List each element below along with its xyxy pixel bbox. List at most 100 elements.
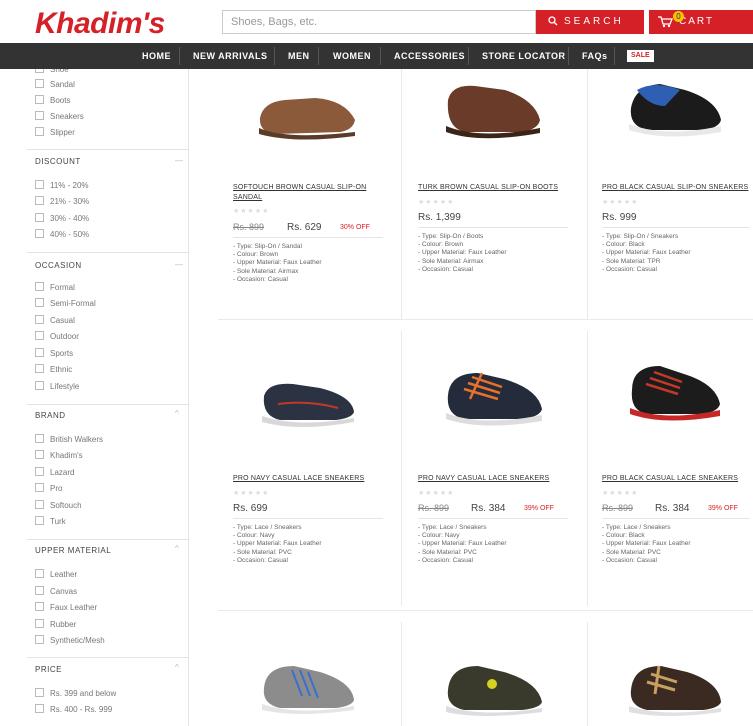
filter-checkbox[interactable] xyxy=(35,331,44,340)
filter-option[interactable]: Leather xyxy=(35,569,77,581)
filter-checkbox[interactable] xyxy=(35,69,44,73)
filter-checkbox[interactable] xyxy=(35,569,44,578)
filter-checkbox[interactable] xyxy=(35,704,44,713)
product-name[interactable]: PRO BLACK CASUAL LACE SNEAKERS xyxy=(602,474,753,484)
product-image[interactable] xyxy=(440,78,545,143)
filter-option[interactable]: British Walkers xyxy=(35,434,103,446)
filter-option[interactable]: Casual xyxy=(35,315,75,327)
filter-option[interactable]: Sandal xyxy=(35,79,75,91)
filter-checkbox[interactable] xyxy=(35,619,44,628)
nav-divider xyxy=(568,47,569,65)
filter-checkbox[interactable] xyxy=(35,364,44,373)
filter-title-price[interactable]: PRICE xyxy=(35,665,62,674)
collapse-icon[interactable]: ^ xyxy=(175,663,179,672)
filter-option[interactable]: Outdoor xyxy=(35,331,79,343)
filter-checkbox[interactable] xyxy=(35,180,44,189)
filter-option[interactable]: Canvas xyxy=(35,586,77,598)
filter-checkbox[interactable] xyxy=(35,602,44,611)
filter-option[interactable]: Turk xyxy=(35,516,66,528)
filter-option[interactable]: Synthetic/Mesh xyxy=(35,635,105,647)
filter-checkbox[interactable] xyxy=(35,381,44,390)
filter-checkbox[interactable] xyxy=(35,111,44,120)
product-name[interactable]: SOFTOUCH BROWN CASUAL SLIP-ON SANDAL xyxy=(233,183,393,203)
filter-checkbox[interactable] xyxy=(35,213,44,222)
filter-checkbox[interactable] xyxy=(35,196,44,205)
filter-option[interactable]: Boots xyxy=(35,95,70,107)
filter-checkbox[interactable] xyxy=(35,79,44,88)
product-image[interactable] xyxy=(442,660,547,718)
filter-option[interactable]: Rubber xyxy=(35,619,76,631)
filter-checkbox[interactable] xyxy=(35,688,44,697)
filter-option[interactable]: 40% - 50% xyxy=(35,229,89,241)
filter-option[interactable]: Lifestyle xyxy=(35,381,79,393)
filter-checkbox[interactable] xyxy=(35,586,44,595)
product-image[interactable] xyxy=(442,365,547,430)
nav-women[interactable]: WOMEN xyxy=(333,43,371,69)
filter-checkbox[interactable] xyxy=(35,298,44,307)
nav-new-arrivals[interactable]: NEW ARRIVALS xyxy=(193,43,268,69)
filter-option[interactable]: Faux Leather xyxy=(35,602,97,614)
nav-store-locator[interactable]: STORE LOCATOR xyxy=(482,43,566,69)
filter-option-label: 11% - 20% xyxy=(50,181,89,190)
product-image[interactable] xyxy=(258,660,358,715)
filter-option[interactable]: Sneakers xyxy=(35,111,84,123)
filter-option[interactable]: Sports xyxy=(35,348,73,360)
filter-checkbox[interactable] xyxy=(35,229,44,238)
filter-option[interactable]: Rs. 399 and below xyxy=(35,688,116,700)
product-name[interactable]: PRO NAVY CASUAL LACE SNEAKERS xyxy=(418,474,578,484)
filter-checkbox[interactable] xyxy=(35,315,44,324)
filter-title-upper-material[interactable]: UPPER MATERIAL xyxy=(35,546,111,555)
filter-option[interactable]: Softouch xyxy=(35,500,82,512)
filter-checkbox[interactable] xyxy=(35,483,44,492)
collapse-icon[interactable]: — xyxy=(175,156,183,165)
nav-home[interactable]: HOME xyxy=(142,43,171,69)
product-image[interactable] xyxy=(255,88,360,143)
product-name[interactable]: TURK BROWN CASUAL SLIP-ON BOOTS xyxy=(418,183,578,193)
filter-option[interactable]: Lazard xyxy=(35,467,74,479)
product-image[interactable] xyxy=(625,76,725,141)
khadims-logo[interactable]: Khadim's xyxy=(35,7,165,41)
filter-title-occasion[interactable]: OCCASION xyxy=(35,261,82,270)
collapse-icon[interactable]: ^ xyxy=(175,544,179,553)
cart-button[interactable]: 0 CART xyxy=(649,10,753,34)
filter-option[interactable]: Rs. 400 - Rs. 999 xyxy=(35,704,112,716)
nav-accessories[interactable]: ACCESSORIES xyxy=(394,43,465,69)
filter-option[interactable]: Semi-Formal xyxy=(35,298,96,310)
filter-option[interactable]: Slipper xyxy=(35,127,75,139)
filter-option[interactable]: 21% - 30% xyxy=(35,196,89,208)
original-price: Rs. 899 xyxy=(418,503,450,513)
filter-checkbox[interactable] xyxy=(35,348,44,357)
nav-faqs[interactable]: FAQs xyxy=(582,43,608,69)
search-input[interactable]: Shoes, Bags, etc. xyxy=(222,10,536,34)
filter-option[interactable]: 11% - 20% xyxy=(35,180,89,192)
filter-option[interactable]: Shoe xyxy=(35,69,69,76)
filter-option[interactable]: Ethnic xyxy=(35,364,72,376)
filter-option-label: Softouch xyxy=(50,501,82,510)
product-image[interactable] xyxy=(624,360,724,425)
filter-option-label: Lazard xyxy=(50,468,75,477)
nav-men[interactable]: MEN xyxy=(288,43,310,69)
filter-option[interactable]: 30% - 40% xyxy=(35,213,89,225)
filter-checkbox[interactable] xyxy=(35,516,44,525)
filter-title-brand[interactable]: BRAND xyxy=(35,411,66,420)
product-image[interactable] xyxy=(625,660,725,718)
collapse-icon[interactable]: — xyxy=(175,260,183,269)
filter-option[interactable]: Pro xyxy=(35,483,62,495)
filter-checkbox[interactable] xyxy=(35,282,44,291)
nav-sale[interactable]: SALE xyxy=(627,50,654,62)
product-name[interactable]: PRO NAVY CASUAL LACE SNEAKERS xyxy=(233,474,393,484)
filter-checkbox[interactable] xyxy=(35,127,44,136)
filter-checkbox[interactable] xyxy=(35,95,44,104)
collapse-icon[interactable]: ^ xyxy=(175,409,179,418)
filter-checkbox[interactable] xyxy=(35,635,44,644)
product-name[interactable]: PRO BLACK CASUAL SLIP-ON SNEAKERS xyxy=(602,183,753,193)
filter-checkbox[interactable] xyxy=(35,450,44,459)
filter-title-discount[interactable]: DISCOUNT xyxy=(35,157,81,166)
filter-option[interactable]: Formal xyxy=(35,282,75,294)
product-image[interactable] xyxy=(258,378,358,428)
filter-checkbox[interactable] xyxy=(35,434,44,443)
filter-checkbox[interactable] xyxy=(35,467,44,476)
search-button[interactable]: SEARCH xyxy=(536,10,644,34)
filter-option[interactable]: Khadim's xyxy=(35,450,83,462)
filter-checkbox[interactable] xyxy=(35,500,44,509)
